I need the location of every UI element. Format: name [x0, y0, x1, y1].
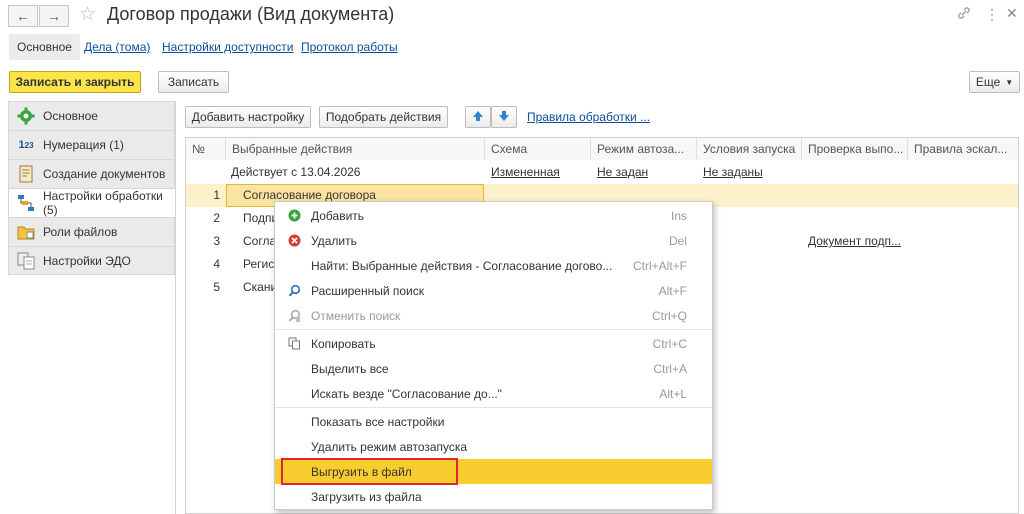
action-cell[interactable]: Согла	[243, 230, 276, 253]
action-cell[interactable]: Подпи	[243, 207, 276, 230]
add-setting-button[interactable]: Добавить настройку	[185, 106, 311, 128]
tab-main[interactable]: Основное	[9, 34, 80, 60]
menu-item-delete[interactable]: Удалить Del	[275, 228, 712, 253]
menu-item-search-everywhere[interactable]: Искать везде "Согласование до..." Alt+L	[275, 381, 712, 406]
page-title: Договор продажи (Вид документа)	[107, 4, 395, 24]
mode-link[interactable]: Не задан	[597, 161, 648, 184]
sidebar-item-main[interactable]: Основное	[8, 101, 175, 130]
tab-work-log[interactable]: Протокол работы	[301, 34, 398, 60]
arrow-left-icon: ←	[16, 8, 30, 24]
menu-item-select-all[interactable]: Выделить все Ctrl+A	[275, 356, 712, 381]
group-action-cell: Действует с 13.04.2026	[231, 165, 361, 179]
sidebar-item-edo[interactable]: Настройки ЭДО	[8, 246, 175, 275]
search-icon	[287, 284, 301, 298]
sidebar-item-label: Настройки обработки (5)	[43, 189, 163, 217]
sidebar-item-label: Настройки ЭДО	[43, 253, 131, 268]
document-icon	[17, 165, 35, 183]
delete-circle-icon	[287, 234, 301, 248]
sidebar-item-label: Нумерация (1)	[43, 138, 124, 152]
sidebar: Основное 123 Нумерация (1) Создание доку…	[8, 101, 175, 275]
forward-button[interactable]: →	[39, 5, 69, 27]
scheme-link[interactable]: Измененная	[491, 161, 560, 184]
column-header[interactable]: Режим автоза...	[591, 138, 697, 160]
menu-item-add[interactable]: Добавить Ins	[275, 203, 712, 228]
back-button[interactable]: ←	[8, 5, 38, 27]
edo-icon	[17, 252, 35, 270]
action-cell[interactable]: Скани	[243, 276, 276, 299]
more-label: Еще	[975, 75, 1001, 89]
menu-separator	[275, 329, 712, 330]
sidebar-item-label: Роли файлов	[43, 225, 118, 239]
menu-item-show-all-settings[interactable]: Показать все настройки	[275, 409, 712, 434]
save-button[interactable]: Записать	[158, 71, 229, 93]
column-header[interactable]: Схема	[485, 138, 591, 160]
row-number: 5	[213, 280, 220, 294]
processing-rules-link[interactable]: Правила обработки ...	[527, 110, 650, 124]
folder-icon	[17, 223, 35, 241]
sidebar-item-processing[interactable]: Настройки обработки (5)	[8, 188, 175, 217]
column-header[interactable]: Проверка выпо...	[802, 138, 908, 160]
more-button[interactable]: Еще ▼	[969, 71, 1020, 93]
row-number: 4	[213, 257, 220, 271]
sidebar-item-numbering[interactable]: 123 Нумерация (1)	[8, 130, 175, 159]
tab-access-settings[interactable]: Настройки доступности	[162, 34, 293, 60]
menu-item-find[interactable]: Найти: Выбранные действия - Согласование…	[275, 253, 712, 278]
row-number: 3	[213, 234, 220, 248]
column-header[interactable]: Условия запуска	[697, 138, 802, 160]
sidebar-item-file-roles[interactable]: Роли файлов	[8, 217, 175, 246]
menu-item-cancel-search[interactable]: Отменить поиск Ctrl+Q	[275, 303, 712, 328]
link-icon[interactable]	[957, 6, 971, 23]
tab-cases[interactable]: Дела (тома)	[84, 34, 150, 60]
cancel-search-icon	[287, 309, 301, 323]
numbering-icon: 123	[18, 139, 34, 151]
row-number: 1	[213, 188, 220, 202]
column-header[interactable]: №	[186, 138, 226, 160]
table-group-row[interactable]: Действует с 13.04.2026 Измененная Не зад…	[186, 161, 1018, 184]
gear-icon	[17, 107, 35, 125]
check-link[interactable]: Документ подп...	[808, 230, 901, 253]
menu-item-remove-autostart[interactable]: Удалить режим автозапуска	[275, 434, 712, 459]
column-header[interactable]: Выбранные действия	[226, 138, 485, 160]
sidebar-item-label: Основное	[43, 109, 98, 123]
favorite-star-icon[interactable]: ☆	[79, 3, 96, 26]
column-header[interactable]: Правила эскал...	[908, 138, 1018, 160]
menu-item-import-from-file[interactable]: Загрузить из файла	[275, 484, 712, 509]
menu-item-advanced-search[interactable]: Расширенный поиск Alt+F	[275, 278, 712, 303]
workflow-icon	[17, 194, 35, 212]
plus-circle-icon	[287, 209, 301, 223]
pick-actions-button[interactable]: Подобрать действия	[319, 106, 448, 128]
move-up-button[interactable]	[465, 106, 491, 128]
menu-separator	[275, 407, 712, 408]
save-close-button[interactable]: Записать и закрыть	[9, 71, 141, 93]
arrow-up-icon	[472, 110, 484, 125]
arrow-down-icon	[498, 110, 510, 125]
annotation-highlight-box	[281, 458, 458, 485]
action-cell[interactable]: Регист	[243, 253, 276, 276]
row-number: 2	[213, 211, 220, 225]
arrow-right-icon: →	[47, 8, 61, 24]
copy-icon	[287, 337, 301, 351]
sidebar-item-label: Создание документов	[43, 167, 166, 181]
close-icon[interactable]: ✕	[1006, 5, 1018, 22]
move-down-button[interactable]	[491, 106, 517, 128]
sidebar-item-documents[interactable]: Создание документов	[8, 159, 175, 188]
conditions-link[interactable]: Не заданы	[703, 161, 763, 184]
chevron-down-icon: ▼	[1005, 77, 1014, 87]
menu-item-copy[interactable]: Копировать Ctrl+C	[275, 331, 712, 356]
more-vertical-icon[interactable]: ⋮	[985, 6, 999, 23]
